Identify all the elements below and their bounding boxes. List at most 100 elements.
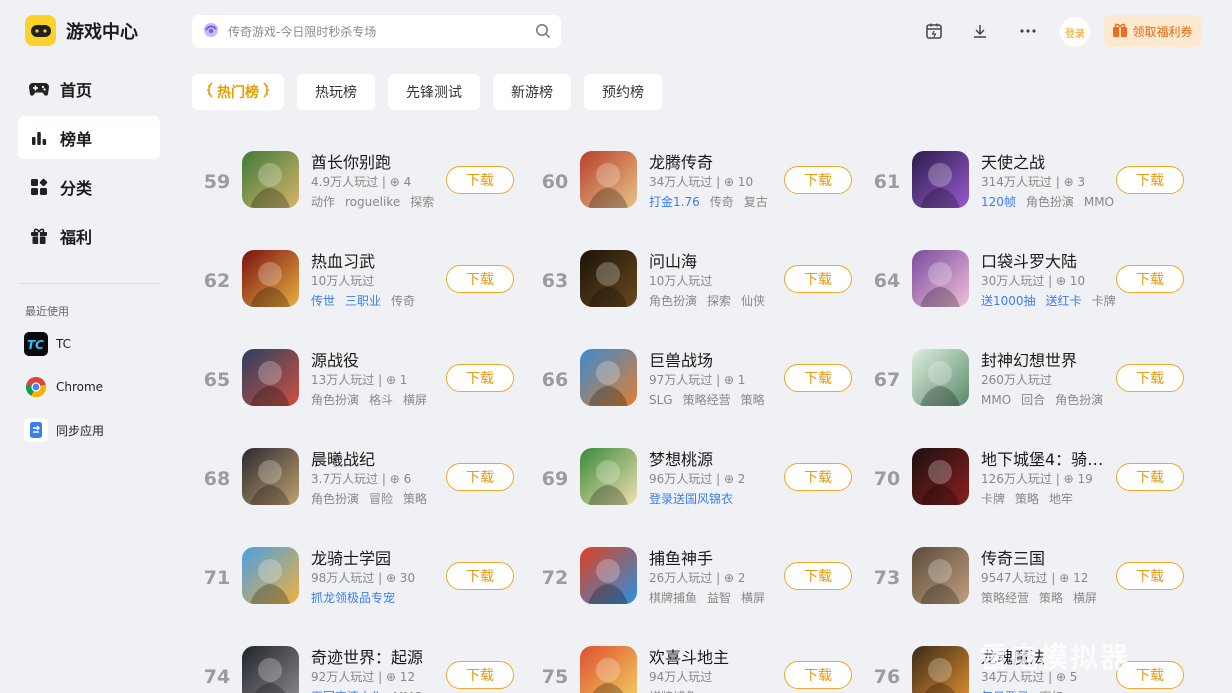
recent-item-sync[interactable]: 同步应用	[24, 417, 164, 443]
game-icon[interactable]	[242, 646, 299, 693]
game-tags: 角色扮演 冒险 策略	[311, 490, 437, 507]
download-button[interactable]: 下载	[446, 463, 514, 491]
sidebar-item-home[interactable]: 首页	[18, 67, 160, 110]
promo-tag: 抓龙领极品专宠	[311, 591, 396, 605]
sidebar-item-categories[interactable]: 分类	[18, 165, 160, 208]
brand[interactable]: 游戏中心	[25, 15, 138, 46]
game-card[interactable]: 67 封神幻想世界 260万人玩过 MMO 回合 角色扮演 下载	[862, 329, 1192, 419]
game-card[interactable]: 60 龙腾传奇 34万人玩过 | ⊕ 10 打金1.76 传奇 复古 下载	[530, 131, 860, 221]
coupon-button[interactable]: 领取福利券	[1104, 15, 1201, 47]
rank-number: 62	[203, 270, 231, 292]
play-count: 10万人玩过	[311, 274, 375, 288]
rank-number: 71	[203, 567, 231, 589]
genre-tag: 格斗	[369, 393, 394, 407]
laurel-right-icon	[262, 82, 270, 102]
game-name: 梦想桃源	[649, 450, 714, 469]
chrome-icon	[24, 375, 48, 399]
play-count: 13万人玩过 | ⊕ 1	[311, 373, 408, 387]
download-button[interactable]: 下载	[1116, 265, 1184, 293]
game-icon[interactable]	[912, 547, 969, 604]
game-icon[interactable]	[580, 646, 637, 693]
download-button[interactable]: 下载	[1116, 562, 1184, 590]
game-icon[interactable]	[242, 547, 299, 604]
game-card[interactable]: 64 口袋斗罗大陆 30万人玩过 | ⊕ 10 送1000抽 送红卡 卡牌 下载	[862, 230, 1192, 320]
genre-tag: 横屏	[741, 591, 766, 605]
sync-app-icon	[24, 418, 48, 442]
download-icon[interactable]	[966, 17, 994, 45]
game-name: 源战役	[311, 351, 360, 370]
download-button[interactable]: 下载	[446, 364, 514, 392]
search-bar[interactable]	[192, 15, 561, 48]
game-icon[interactable]	[912, 448, 969, 505]
play-count: 126万人玩过 | ⊕ 19	[981, 472, 1093, 486]
game-card[interactable]: 73 传奇三国 9547人玩过 | ⊕ 12 策略经营 策略 横屏 下载	[862, 527, 1192, 617]
game-icon[interactable]	[242, 250, 299, 307]
play-count: 94万人玩过	[649, 670, 713, 684]
game-icon[interactable]	[242, 349, 299, 406]
tab-pioneer-test[interactable]: 先锋测试	[388, 74, 480, 110]
game-card[interactable]: 74 奇迹世界：起源 92万人玩过 | ⊕ 12 干回高清大作MMO 下载	[192, 626, 522, 693]
game-card[interactable]: 65 源战役 13万人玩过 | ⊕ 1 角色扮演 格斗 横屏 下载	[192, 329, 522, 419]
download-button[interactable]: 下载	[446, 166, 514, 194]
game-icon[interactable]	[912, 349, 969, 406]
genre-tag: 地牢	[1049, 492, 1074, 506]
login-button[interactable]: 登录	[1060, 17, 1090, 47]
genre-tag: 策略	[1015, 492, 1040, 506]
game-name: 捕鱼神手	[649, 549, 714, 568]
recent-item-chrome[interactable]: Chrome	[24, 374, 164, 400]
download-button[interactable]: 下载	[784, 463, 852, 491]
tab-hot-played[interactable]: 热玩榜	[297, 74, 375, 110]
download-button[interactable]: 下载	[446, 661, 514, 689]
game-icon[interactable]	[242, 448, 299, 505]
genre-tag: 卡牌	[981, 492, 1006, 506]
game-icon[interactable]	[580, 151, 637, 208]
tab-hot[interactable]: 热门榜	[192, 74, 284, 110]
game-card[interactable]: 62 热血习武 10万人玩过 传世 三职业 传奇 下载	[192, 230, 522, 320]
download-button[interactable]: 下载	[446, 265, 514, 293]
sidebar-item-benefits[interactable]: 福利	[18, 214, 160, 257]
game-card[interactable]: 59 酋长你别跑 4.9万人玩过 | ⊕ 4 动作 roguelike 探索 下载	[192, 131, 522, 221]
game-card[interactable]: 68 晨曦战纪 3.7万人玩过 | ⊕ 6 角色扮演 冒险 策略 下载	[192, 428, 522, 518]
game-card[interactable]: 69 梦想桃源 96万人玩过 | ⊕ 2 登录送国风锦衣 下载	[530, 428, 860, 518]
download-button[interactable]: 下载	[1116, 166, 1184, 194]
game-icon[interactable]	[580, 448, 637, 505]
download-button[interactable]: 下载	[784, 364, 852, 392]
download-button[interactable]: 下载	[784, 166, 852, 194]
calendar-icon[interactable]	[920, 17, 948, 45]
download-button[interactable]: 下载	[1116, 364, 1184, 392]
game-icon[interactable]	[580, 547, 637, 604]
sidebar-item-rankings[interactable]: 榜单	[18, 116, 160, 159]
game-icon[interactable]	[912, 151, 969, 208]
game-card[interactable]: 71 龙骑士学园 98万人玩过 | ⊕ 30 抓龙领极品专宠 下载	[192, 527, 522, 617]
download-button[interactable]: 下载	[784, 562, 852, 590]
rank-number: 70	[873, 468, 901, 490]
game-card[interactable]: 75 欢喜斗地主 94万人玩过棋牌捕鱼 下载	[530, 626, 860, 693]
chart-icon	[28, 127, 50, 149]
game-card[interactable]: 61 天使之战 314万人玩过 | ⊕ 3 120帧 角色扮演 MMO 下载	[862, 131, 1192, 221]
search-input[interactable]	[228, 24, 528, 39]
tab-reservation[interactable]: 预约榜	[584, 74, 662, 110]
tab-new-games[interactable]: 新游榜	[493, 74, 571, 110]
download-button[interactable]: 下载	[446, 562, 514, 590]
play-count: 10万人玩过	[649, 274, 713, 288]
recent-item-tc[interactable]: TC TC	[24, 331, 164, 357]
game-icon[interactable]	[912, 250, 969, 307]
game-card[interactable]: 70 地下城堡4：骑士与破碎的世界 126万人玩过 | ⊕ 19 卡牌策略地牢 下载	[862, 428, 1192, 518]
play-count: 9547人玩过 | ⊕ 12	[981, 571, 1089, 585]
game-icon[interactable]	[580, 349, 637, 406]
game-icon[interactable]	[912, 646, 969, 693]
game-tags: 每日登录魔幻	[981, 688, 1073, 693]
download-button[interactable]: 下载	[1116, 463, 1184, 491]
download-button[interactable]: 下载	[784, 265, 852, 293]
genre-tag: 角色扮演	[1055, 393, 1104, 407]
game-card[interactable]: 66 巨兽战场 97万人玩过 | ⊕ 1 SLG 策略经营 策略 下载	[530, 329, 860, 419]
game-icon[interactable]	[242, 151, 299, 208]
more-icon[interactable]	[1014, 17, 1042, 45]
download-button[interactable]: 下载	[784, 661, 852, 689]
game-icon[interactable]	[580, 250, 637, 307]
search-icon[interactable]	[535, 23, 551, 43]
game-tags: SLG 策略经营 策略	[649, 391, 775, 408]
game-card[interactable]: 72 捕鱼神手 26万人玩过 | ⊕ 2 棋牌捕鱼 益智 横屏 下载	[530, 527, 860, 617]
rank-number: 74	[203, 666, 231, 688]
game-card[interactable]: 63 问山海 10万人玩过 角色扮演 探索 仙侠 下载	[530, 230, 860, 320]
